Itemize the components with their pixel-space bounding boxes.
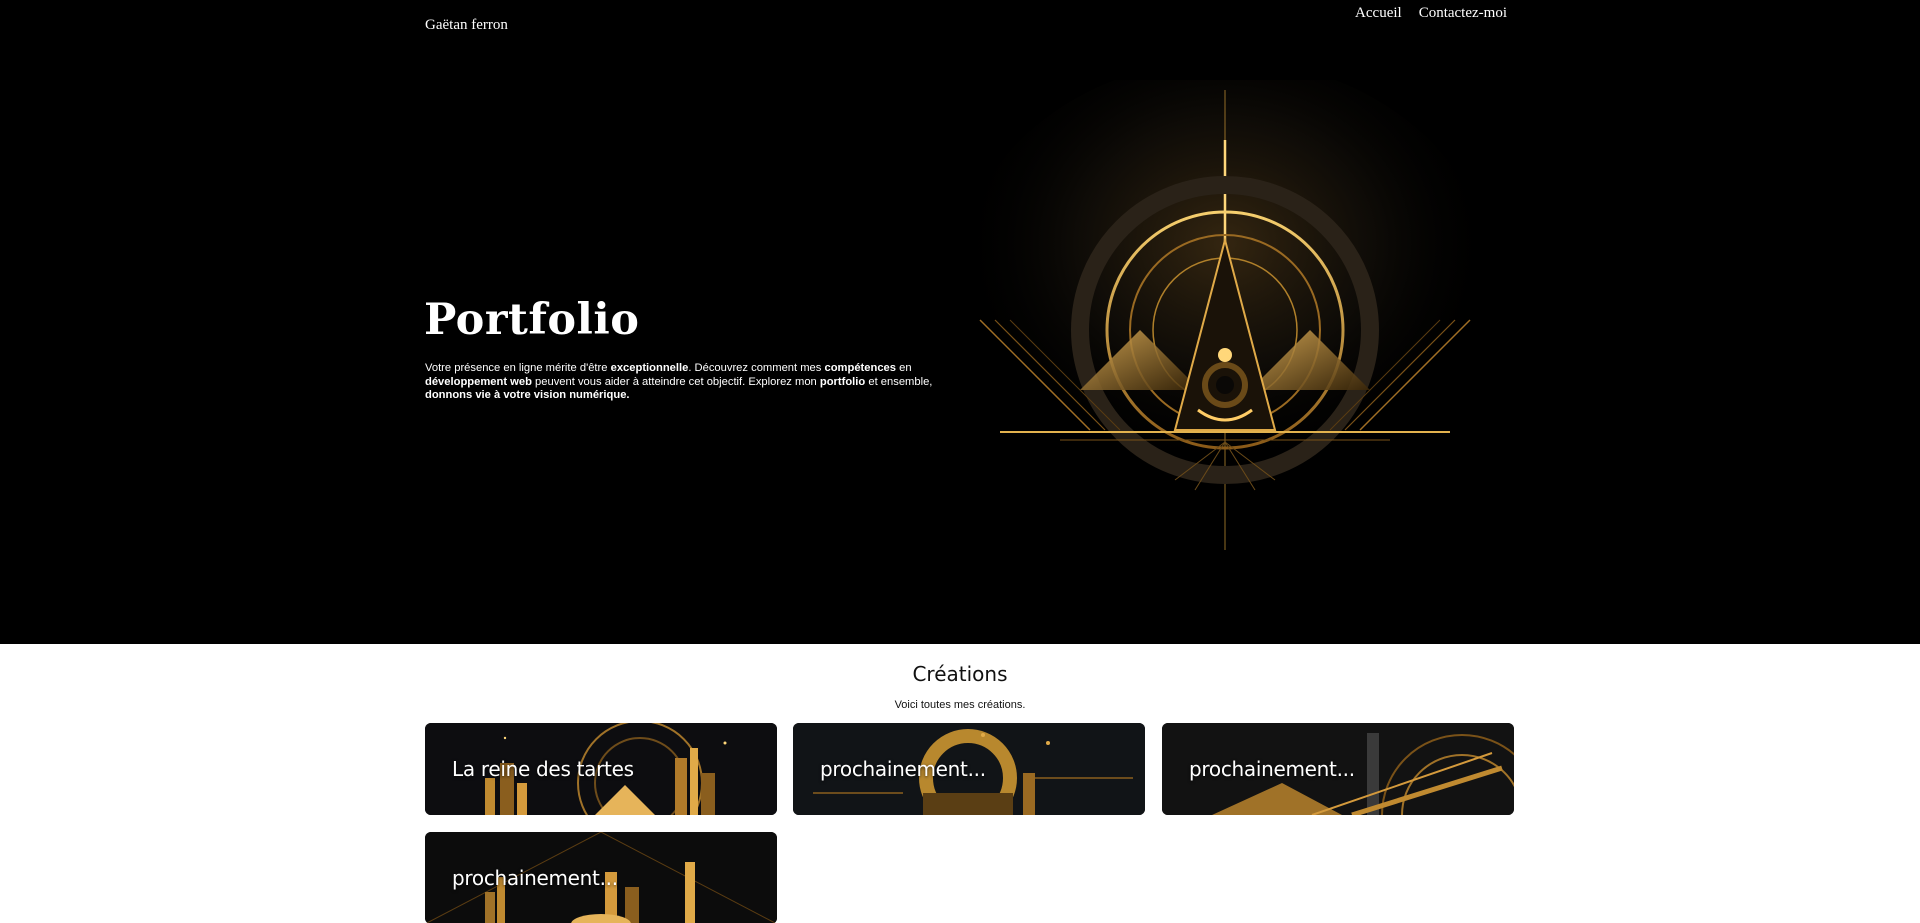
creation-card-4[interactable]: prochainement... bbox=[425, 832, 777, 923]
creation-card-3[interactable]: prochainement... bbox=[1162, 723, 1514, 815]
creation-card-la-reine-des-tartes[interactable]: La reine des tartes bbox=[425, 723, 777, 815]
hero-art-deco-illustration bbox=[955, 80, 1495, 550]
nav-link-contact[interactable]: Contactez-moi bbox=[1419, 5, 1507, 22]
brand-name[interactable]: Gaëtan ferron bbox=[425, 17, 508, 34]
main-nav: Accueil Contactez-moi bbox=[1355, 5, 1507, 22]
page-title: Portfolio bbox=[424, 295, 640, 345]
hero-section: Gaëtan ferron Accueil Contactez-moi Port… bbox=[0, 0, 1920, 644]
card-title: prochainement... bbox=[820, 757, 986, 781]
card-title: prochainement... bbox=[1189, 757, 1355, 781]
hero-description: Votre présence en ligne mérite d'être ex… bbox=[425, 362, 933, 401]
nav-link-accueil[interactable]: Accueil bbox=[1355, 5, 1402, 22]
creations-subtitle: Voici toutes mes créations. bbox=[894, 699, 1026, 711]
creations-heading: Créations bbox=[912, 662, 1008, 686]
creation-card-2[interactable]: prochainement... bbox=[793, 723, 1145, 815]
card-title: prochainement... bbox=[452, 866, 618, 890]
card-title: La reine des tartes bbox=[452, 757, 634, 781]
